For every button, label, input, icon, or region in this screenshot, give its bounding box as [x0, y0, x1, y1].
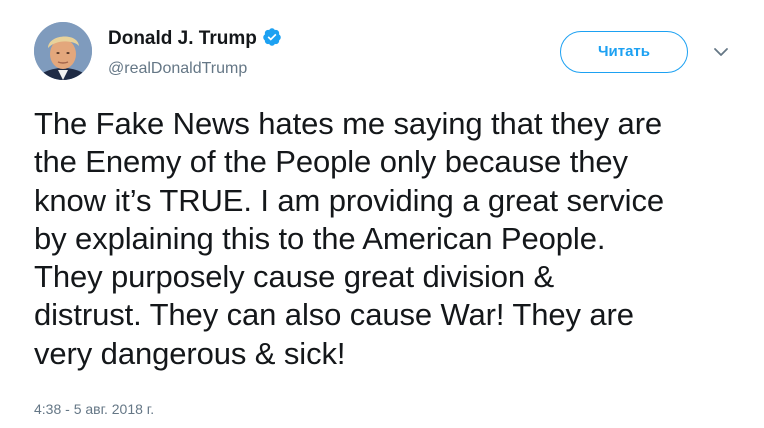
- verified-badge-icon: [263, 28, 281, 46]
- author-display-name[interactable]: Donald J. Trump: [108, 27, 282, 51]
- author-name-text[interactable]: Donald J. Trump: [108, 28, 257, 49]
- tweet-timestamp[interactable]: 4:38 - 5 авг. 2018 г.: [34, 400, 154, 418]
- author-handle[interactable]: @realDonaldTrump: [108, 58, 247, 80]
- tweet-card: Donald J. Trump @realDonaldTrump Читать …: [0, 0, 764, 428]
- follow-button[interactable]: Читать: [560, 31, 688, 73]
- tweet-text: The Fake News hates me saying that they …: [34, 106, 665, 371]
- avatar-image: [34, 22, 92, 80]
- chevron-down-icon[interactable]: [712, 46, 730, 58]
- avatar[interactable]: [34, 22, 92, 80]
